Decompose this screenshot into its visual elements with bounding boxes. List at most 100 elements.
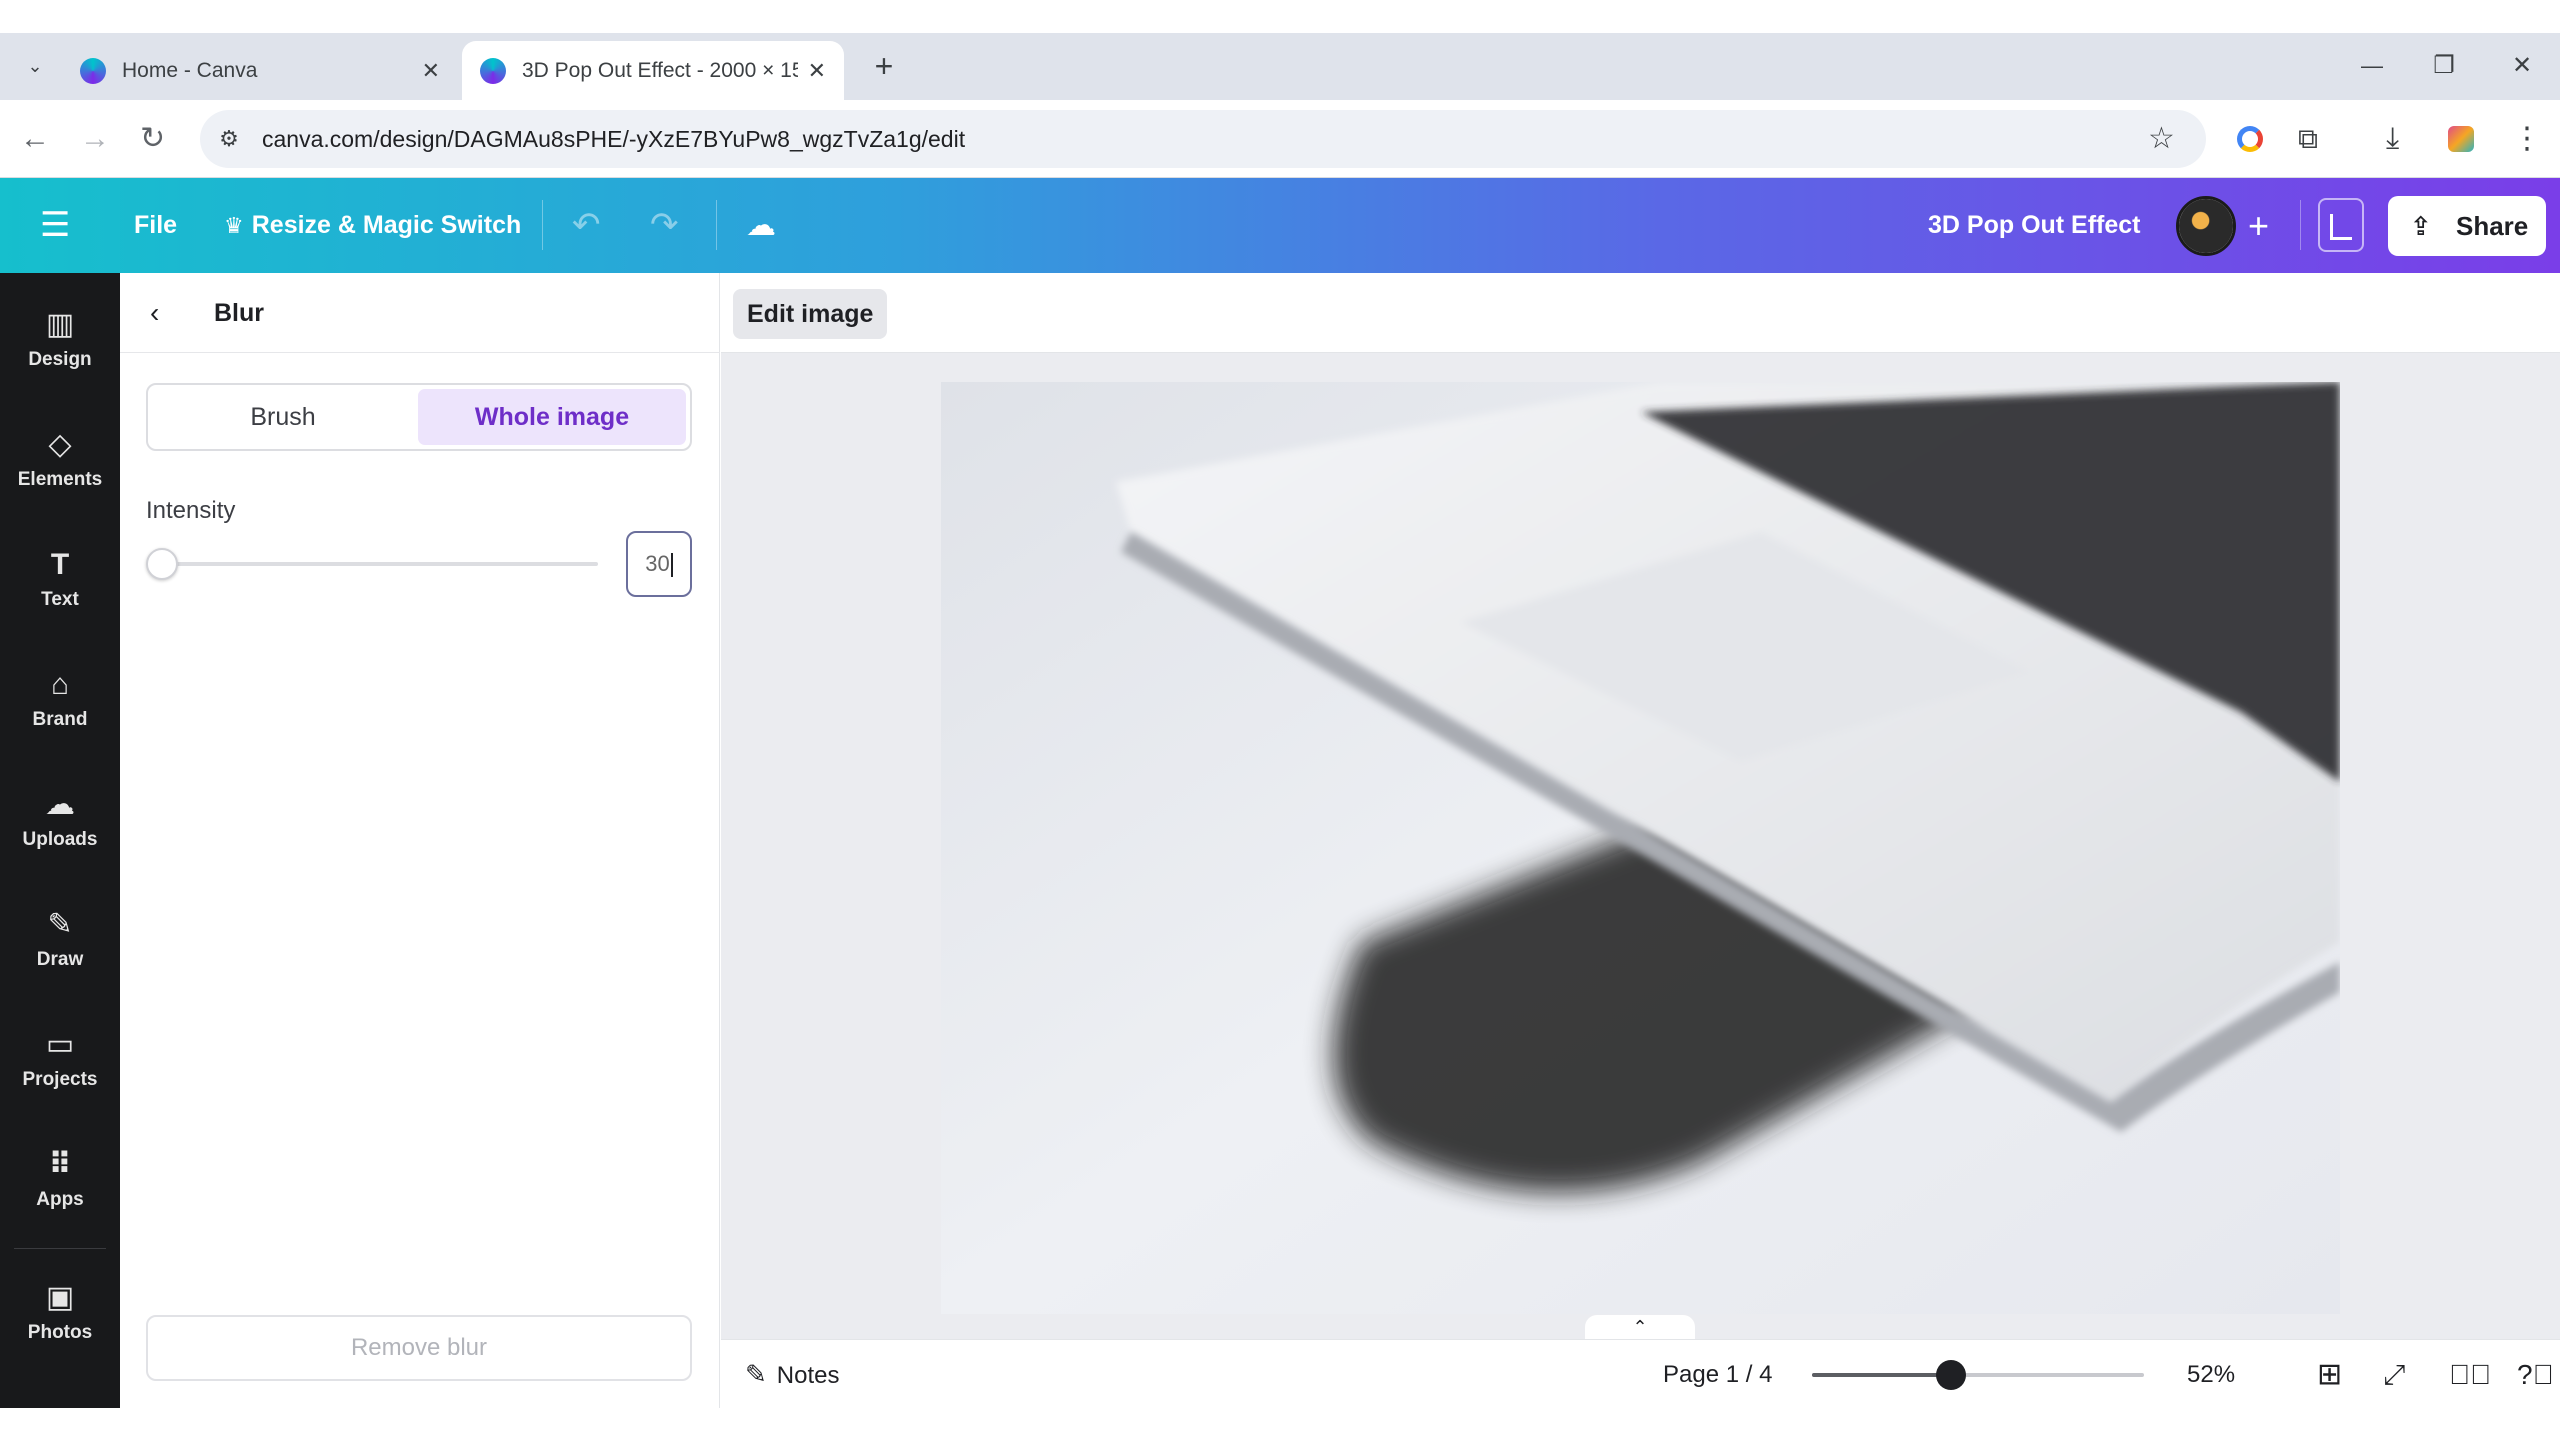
rail-label: Apps	[36, 1189, 84, 1210]
blur-mode-toggle: Brush Whole image	[146, 383, 692, 451]
google-lens-icon[interactable]	[2237, 126, 2263, 152]
tab-brush[interactable]: Brush	[152, 389, 414, 445]
browser-tab-home[interactable]: Home - Canva ✕	[62, 41, 458, 100]
header-divider	[716, 200, 717, 250]
zoom-percentage[interactable]: 52%	[2187, 1340, 2235, 1409]
address-bar-row: ← → ↻ ⚙ canva.com/design/DAGMAu8sPHE/-yX…	[0, 100, 2560, 178]
rail-item-draw[interactable]: ✎ Draw	[0, 893, 120, 1003]
back-icon[interactable]: ←	[20, 100, 50, 178]
design-title[interactable]: 3D Pop Out Effect	[1928, 178, 2141, 273]
blur-panel: ‹ Blur Brush Whole image Intensity 30 Re…	[120, 273, 720, 1408]
browser-menu-icon[interactable]: ⋮	[2512, 100, 2542, 178]
edit-image-button[interactable]: Edit image	[733, 289, 888, 339]
notes-icon: ✎	[745, 1359, 767, 1389]
tab-whole-image[interactable]: Whole image	[418, 389, 686, 445]
crown-icon: ♛	[224, 213, 244, 238]
main-menu-icon[interactable]: ☰	[40, 178, 70, 273]
back-arrow-icon[interactable]: ‹	[150, 273, 159, 353]
tab-list-dropdown-icon[interactable]: ⌄	[18, 49, 52, 83]
download-icon[interactable]: ⤓	[2386, 100, 2399, 178]
design-canvas[interactable]	[941, 382, 2340, 1314]
resize-magic-switch-button[interactable]: ♛ Resize & Magic Switch	[224, 178, 521, 273]
add-collaborator-button[interactable]: +	[2248, 178, 2269, 273]
avatar[interactable]	[2176, 196, 2236, 256]
remove-blur-button[interactable]: Remove blur	[146, 1315, 692, 1381]
zoom-slider[interactable]	[1812, 1373, 2144, 1377]
rail-label: Design	[28, 349, 92, 370]
header-divider	[2300, 200, 2301, 250]
rail-item-text[interactable]: T Text	[0, 533, 120, 643]
brand-icon: ⌂	[50, 668, 70, 701]
rail-label: Draw	[36, 949, 84, 970]
check-icon[interactable]: ✓⃝	[2449, 1340, 2491, 1409]
minimize-window-icon[interactable]: —	[2352, 41, 2392, 91]
uploads-icon: ☁	[45, 788, 75, 821]
fullscreen-icon[interactable]: ⤢	[2383, 1340, 2405, 1409]
share-button[interactable]: ⇪ Share	[2388, 196, 2546, 256]
rail-item-elements[interactable]: ◇ Elements	[0, 413, 120, 523]
browser-tab-design[interactable]: 3D Pop Out Effect - 2000 × 150 ✕	[462, 41, 844, 100]
rail-label: Photos	[27, 1322, 93, 1343]
text-icon: T	[50, 548, 70, 581]
grid-view-icon[interactable]: ⊞	[2317, 1340, 2342, 1409]
close-window-icon[interactable]: ✕	[2502, 41, 2542, 91]
rail-label: Projects	[22, 1069, 98, 1090]
help-icon[interactable]: ?⃝	[2517, 1340, 2554, 1409]
rail-divider	[14, 1248, 106, 1249]
show-pages-chevron[interactable]: ⌃	[1585, 1315, 1695, 1339]
share-icon: ⇪	[2410, 211, 2432, 241]
forward-icon[interactable]: →	[80, 100, 110, 178]
reload-icon[interactable]: ↻	[140, 100, 165, 178]
rail-item-projects[interactable]: ▭ Projects	[0, 1013, 120, 1123]
tab-close-icon[interactable]: ✕	[808, 58, 826, 84]
window-bottom-strip	[0, 1408, 2560, 1440]
browser-tab-bar: ⌄ Home - Canva ✕ 3D Pop Out Effect - 200…	[0, 33, 2560, 100]
page-indicator[interactable]: Page 1 / 4	[1663, 1340, 1772, 1409]
intensity-label: Intensity	[146, 497, 236, 524]
zoom-slider-thumb[interactable]	[1936, 1360, 1967, 1390]
intensity-slider-track[interactable]	[160, 562, 598, 566]
cloud-saved-icon[interactable]: ☁	[746, 178, 776, 273]
redo-icon[interactable]: ↷	[650, 178, 679, 273]
elements-icon: ◇	[48, 428, 72, 461]
extensions-icon[interactable]: ⧉	[2298, 100, 2318, 178]
file-menu-button[interactable]: File	[134, 178, 177, 273]
editor-area: Edit image ⌃ ✎ Notes Page 1 / 4 52% ⊞ ⤢ …	[721, 273, 2560, 1408]
apps-icon: ⠿	[48, 1148, 72, 1181]
left-rail: ▥ Design ◇ Elements T Text ⌂ Brand ☁ Uploads …	[0, 273, 120, 1408]
design-icon: ▥	[45, 308, 75, 341]
canva-favicon-icon	[480, 57, 506, 84]
undo-icon[interactable]: ↶	[572, 178, 601, 273]
resize-label: Resize & Magic Switch	[251, 211, 522, 239]
bookmark-star-icon[interactable]: ☆	[2148, 110, 2175, 168]
photos-icon: ▣	[45, 1281, 75, 1314]
tab-close-icon[interactable]: ✕	[422, 58, 440, 84]
avatar-pen-icon	[2179, 199, 2233, 253]
share-label: Share	[2456, 211, 2529, 241]
restore-window-icon[interactable]: ❐	[2424, 41, 2464, 91]
bar-chart-icon	[2330, 214, 2352, 240]
rail-item-design[interactable]: ▥ Design	[0, 293, 120, 403]
notes-label: Notes	[776, 1362, 840, 1389]
new-tab-button[interactable]: +	[866, 43, 902, 89]
intensity-input[interactable]: 30	[626, 531, 692, 597]
rail-item-photos[interactable]: ▣ Photos	[0, 1266, 120, 1376]
rail-item-brand[interactable]: ⌂ Brand	[0, 653, 120, 763]
rail-item-apps[interactable]: ⠿ Apps	[0, 1133, 120, 1243]
notes-button[interactable]: ✎ Notes	[745, 1340, 840, 1409]
canva-favicon-icon	[80, 57, 106, 84]
zoom-slider-fill	[1812, 1373, 1952, 1377]
header-divider	[542, 200, 543, 250]
tab-title: Home - Canva	[122, 58, 258, 82]
site-settings-icon[interactable]: ⚙	[214, 124, 244, 154]
intensity-slider-thumb[interactable]	[146, 548, 178, 580]
rail-item-uploads[interactable]: ☁ Uploads	[0, 773, 120, 883]
url-field[interactable]: ⚙ canva.com/design/DAGMAu8sPHE/-yXzE7BYu…	[200, 110, 2206, 168]
profile-icon[interactable]	[2448, 126, 2474, 152]
rail-label: Uploads	[22, 829, 98, 850]
laptop-photo[interactable]	[941, 382, 2340, 1314]
window-top-strip	[0, 0, 2560, 33]
insights-button[interactable]	[2318, 198, 2364, 252]
tab-title: 3D Pop Out Effect - 2000 × 150	[522, 58, 798, 82]
panel-header: ‹ Blur	[120, 273, 720, 353]
